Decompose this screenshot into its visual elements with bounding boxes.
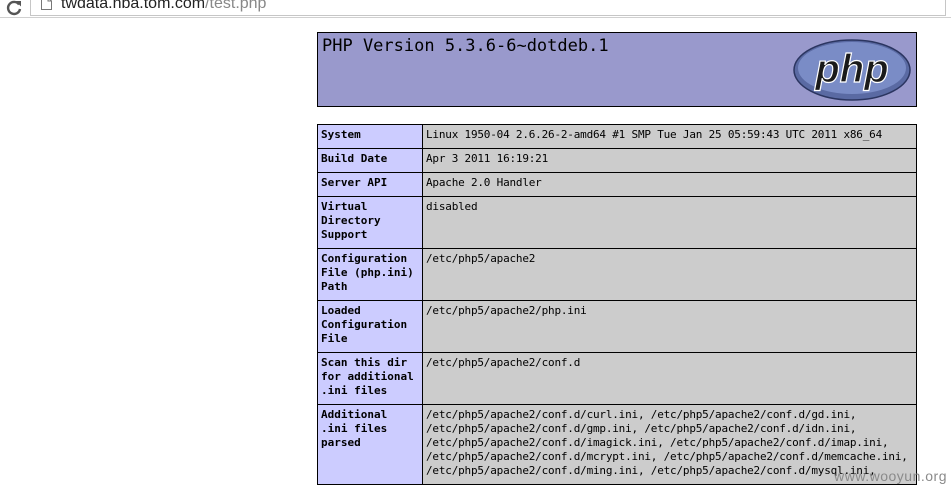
row-label: System: [317, 124, 423, 149]
table-row: Server API Apache 2.0 Handler: [317, 172, 917, 197]
table-row: System Linux 1950-04 2.6.26-2-amd64 #1 S…: [317, 124, 917, 149]
row-value: Apr 3 2011 16:19:21: [422, 148, 917, 173]
url-field[interactable]: twdata.nba.tom.com/test.php: [30, 0, 946, 16]
php-version-header: PHP Version 5.3.6-6~dotdeb.1 php: [317, 32, 917, 107]
table-row: Scan this dir for additional .ini files …: [317, 352, 917, 405]
url-host: twdata.nba.tom.com: [61, 0, 206, 12]
row-label: Configuration File (php.ini) Path: [317, 248, 423, 301]
php-info-table: System Linux 1950-04 2.6.26-2-amd64 #1 S…: [317, 124, 917, 485]
table-row: Build Date Apr 3 2011 16:19:21: [317, 148, 917, 173]
reload-icon[interactable]: [6, 0, 22, 16]
row-value: /etc/php5/apache2/php.ini: [422, 300, 917, 353]
row-label: Loaded Configuration File: [317, 300, 423, 353]
table-row: Additional .ini files parsed /etc/php5/a…: [317, 404, 917, 485]
php-logo: php: [793, 39, 911, 101]
row-value: /etc/php5/apache2/conf.d: [422, 352, 917, 405]
row-label: Virtual Directory Support: [317, 196, 423, 249]
php-logo-text: php: [814, 47, 888, 91]
url-text: twdata.nba.tom.com/test.php: [61, 0, 266, 14]
row-value: Apache 2.0 Handler: [422, 172, 917, 197]
table-row: Virtual Directory Support disabled: [317, 196, 917, 249]
table-row: Loaded Configuration File /etc/php5/apac…: [317, 300, 917, 353]
row-label: Additional .ini files parsed: [317, 404, 423, 485]
row-label: Scan this dir for additional .ini files: [317, 352, 423, 405]
page-icon: [41, 0, 52, 10]
row-value: /etc/php5/apache2: [422, 248, 917, 301]
address-bar: twdata.nba.tom.com/test.php: [0, 0, 951, 18]
row-label: Build Date: [317, 148, 423, 173]
url-path: /test.php: [205, 0, 267, 12]
row-value: disabled: [422, 196, 917, 249]
page-title: PHP Version 5.3.6-6~dotdeb.1: [322, 36, 609, 56]
row-label: Server API: [317, 172, 423, 197]
table-row: Configuration File (php.ini) Path /etc/p…: [317, 248, 917, 301]
watermark: www.wooyun.org: [834, 468, 947, 484]
row-value: Linux 1950-04 2.6.26-2-amd64 #1 SMP Tue …: [422, 124, 917, 149]
